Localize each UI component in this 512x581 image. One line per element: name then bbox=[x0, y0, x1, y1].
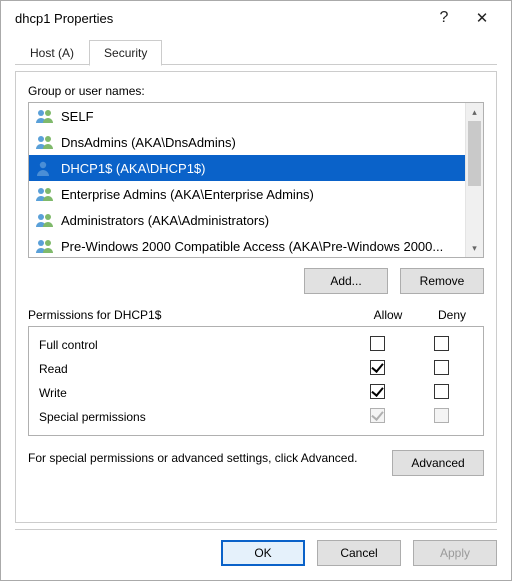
scroll-thumb[interactable] bbox=[468, 121, 481, 186]
deny-write-checkbox[interactable] bbox=[434, 384, 449, 399]
perm-name: Read bbox=[39, 362, 345, 376]
perm-row-write: Write bbox=[31, 381, 481, 405]
permissions-for-label: Permissions for DHCP1$ bbox=[28, 308, 356, 322]
add-button[interactable]: Add... bbox=[304, 268, 388, 294]
list-item-label: Administrators (AKA\Administrators) bbox=[61, 213, 269, 228]
scroll-down-icon[interactable]: ▾ bbox=[466, 239, 483, 257]
ok-button[interactable]: OK bbox=[221, 540, 305, 566]
perm-name: Special permissions bbox=[39, 410, 345, 424]
perm-row-read: Read bbox=[31, 357, 481, 381]
permissions-table: Full control Read Write Special permissi… bbox=[28, 326, 484, 436]
tab-host-a[interactable]: Host (A) bbox=[15, 40, 89, 65]
allow-special-checkbox bbox=[370, 408, 385, 423]
list-item-dhcp1[interactable]: DHCP1$ (AKA\DHCP1$) bbox=[29, 155, 465, 181]
tabstrip: Host (A) Security bbox=[1, 35, 511, 65]
list-item-label: Enterprise Admins (AKA\Enterprise Admins… bbox=[61, 187, 314, 202]
group-icon bbox=[35, 108, 55, 124]
titlebar: dhcp1 Properties ? ✕ bbox=[1, 1, 511, 35]
help-button[interactable]: ? bbox=[425, 9, 463, 27]
close-button[interactable]: ✕ bbox=[463, 9, 501, 27]
allow-full-control-checkbox[interactable] bbox=[370, 336, 385, 351]
group-or-user-names-label: Group or user names: bbox=[28, 84, 484, 98]
security-panel: Group or user names: SELF DnsAdmins (AKA… bbox=[15, 71, 497, 523]
deny-special-checkbox bbox=[434, 408, 449, 423]
perm-row-special: Special permissions bbox=[31, 405, 481, 429]
list-item-enterprise-admins[interactable]: Enterprise Admins (AKA\Enterprise Admins… bbox=[29, 181, 465, 207]
list-item-dnsadmins[interactable]: DnsAdmins (AKA\DnsAdmins) bbox=[29, 129, 465, 155]
cancel-button[interactable]: Cancel bbox=[317, 540, 401, 566]
group-icon bbox=[35, 186, 55, 202]
deny-full-control-checkbox[interactable] bbox=[434, 336, 449, 351]
list-item-self[interactable]: SELF bbox=[29, 103, 465, 129]
user-icon bbox=[35, 160, 55, 176]
window-title: dhcp1 Properties bbox=[15, 11, 425, 26]
list-item-label: DnsAdmins (AKA\DnsAdmins) bbox=[61, 135, 236, 150]
dialog-footer: OK Cancel Apply bbox=[1, 530, 511, 580]
perm-name: Full control bbox=[39, 338, 345, 352]
allow-column-header: Allow bbox=[356, 308, 420, 322]
list-item-prewin2000[interactable]: Pre-Windows 2000 Compatible Access (AKA\… bbox=[29, 233, 465, 257]
scroll-track[interactable] bbox=[466, 121, 483, 239]
group-icon bbox=[35, 238, 55, 254]
list-item-administrators[interactable]: Administrators (AKA\Administrators) bbox=[29, 207, 465, 233]
perm-row-full-control: Full control bbox=[31, 333, 481, 357]
list-item-label: DHCP1$ (AKA\DHCP1$) bbox=[61, 161, 206, 176]
advanced-hint: For special permissions or advanced sett… bbox=[28, 450, 380, 466]
apply-button[interactable]: Apply bbox=[413, 540, 497, 566]
scroll-up-icon[interactable]: ▴ bbox=[466, 103, 483, 121]
allow-write-checkbox[interactable] bbox=[370, 384, 385, 399]
permissions-header: Permissions for DHCP1$ Allow Deny bbox=[28, 308, 484, 322]
properties-window: dhcp1 Properties ? ✕ Host (A) Security G… bbox=[0, 0, 512, 581]
add-remove-row: Add... Remove bbox=[28, 268, 484, 294]
remove-button[interactable]: Remove bbox=[400, 268, 484, 294]
deny-read-checkbox[interactable] bbox=[434, 360, 449, 375]
tab-security[interactable]: Security bbox=[89, 40, 162, 66]
principals-list-content: SELF DnsAdmins (AKA\DnsAdmins) DHCP1$ (A… bbox=[29, 103, 465, 257]
deny-column-header: Deny bbox=[420, 308, 484, 322]
group-icon bbox=[35, 134, 55, 150]
list-item-label: Pre-Windows 2000 Compatible Access (AKA\… bbox=[61, 239, 443, 254]
list-item-label: SELF bbox=[61, 109, 94, 124]
advanced-button[interactable]: Advanced bbox=[392, 450, 484, 476]
principals-listbox[interactable]: SELF DnsAdmins (AKA\DnsAdmins) DHCP1$ (A… bbox=[28, 102, 484, 258]
perm-name: Write bbox=[39, 386, 345, 400]
list-scrollbar[interactable]: ▴ ▾ bbox=[465, 103, 483, 257]
group-icon bbox=[35, 212, 55, 228]
advanced-row: For special permissions or advanced sett… bbox=[28, 450, 484, 476]
allow-read-checkbox[interactable] bbox=[370, 360, 385, 375]
